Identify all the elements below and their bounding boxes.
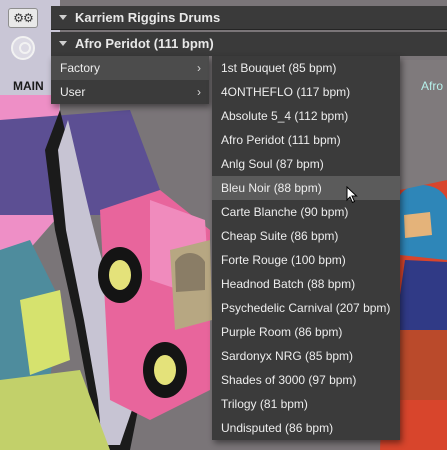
gear-icon: ⚙⚙ — [13, 11, 33, 25]
preset-menu-item[interactable]: Afro Peridot (111 bpm) — [212, 128, 400, 152]
preset-menu-item-label: Psychedelic Carnival (207 bpm) — [221, 301, 391, 315]
menu-item-user[interactable]: User › — [51, 80, 209, 104]
preset-menu-item-label: Undisputed (86 bpm) — [221, 421, 334, 435]
preset-menu-item-label: Bleu Noir (88 bpm) — [221, 181, 322, 195]
preset-menu-item[interactable]: Forte Rouge (100 bpm) — [212, 248, 400, 272]
preset-menu-item[interactable]: Purple Room (86 bpm) — [212, 320, 400, 344]
preset-menu-item-label: Purple Room (86 bpm) — [221, 325, 343, 339]
category-menu: Factory › User › — [51, 56, 209, 104]
preset-menu-item[interactable]: Trilogy (81 bpm) — [212, 392, 400, 416]
preset-submenu: 1st Bouquet (85 bpm) 4ONTHEFLO (117 bpm) A… — [212, 56, 400, 440]
menu-item-label: Factory — [60, 61, 101, 75]
preset-menu-item[interactable]: Undisputed (86 bpm) — [212, 416, 400, 440]
preset-menu-item[interactable]: Psychedelic Carnival (207 bpm) — [212, 296, 400, 320]
snapshot-title: Afro Peridot (111 bpm) — [75, 36, 214, 51]
preset-menu-item-label: Absolute 5_4 (112 bpm) — [221, 109, 349, 123]
chevron-right-icon: › — [197, 85, 201, 99]
preset-menu-item[interactable]: 4ONTHEFLO (117 bpm) — [212, 80, 400, 104]
preset-menu-item-label: Anlg Soul (87 bpm) — [221, 157, 324, 171]
menu-item-label: User — [60, 85, 86, 99]
mouse-cursor-icon — [346, 186, 358, 204]
preset-menu-item[interactable]: Shades of 3000 (97 bpm) — [212, 368, 400, 392]
preset-menu-item[interactable]: 1st Bouquet (85 bpm) — [212, 56, 400, 80]
chevron-right-icon: › — [197, 61, 201, 75]
triangle-down-icon — [59, 15, 67, 20]
preset-menu-item-label: Cheap Suite (86 bpm) — [221, 229, 339, 243]
instrument-title: Karriem Riggins Drums — [75, 10, 221, 25]
preset-menu-item-label: 4ONTHEFLO (117 bpm) — [221, 85, 351, 99]
preset-menu-item-label: 1st Bouquet (85 bpm) — [221, 61, 337, 75]
instrument-selector[interactable]: Karriem Riggins Drums — [51, 6, 447, 30]
preset-menu-item-label: Shades of 3000 (97 bpm) — [221, 373, 357, 387]
preset-menu-item-label: Headnod Batch (88 bpm) — [221, 277, 356, 291]
preset-menu-item[interactable]: Carte Blanche (90 bpm) — [212, 200, 400, 224]
preset-menu-item-label: Forte Rouge (100 bpm) — [221, 253, 346, 267]
preset-menu-item[interactable]: Cheap Suite (86 bpm) — [212, 224, 400, 248]
instrument-logo-icon[interactable] — [11, 36, 35, 60]
preset-menu-item-label: Trilogy (81 bpm) — [221, 397, 308, 411]
preset-menu-item[interactable]: Bleu Noir (88 bpm) — [212, 176, 400, 200]
preset-menu-item[interactable]: Headnod Batch (88 bpm) — [212, 272, 400, 296]
preset-menu-item-label: Carte Blanche (90 bpm) — [221, 205, 349, 219]
snapshot-selector[interactable]: Afro Peridot (111 bpm) — [51, 32, 447, 56]
preset-menu-item-label: Sardonyx NRG (85 bpm) — [221, 349, 354, 363]
menu-item-factory[interactable]: Factory › — [51, 56, 209, 80]
preset-menu-item[interactable]: Anlg Soul (87 bpm) — [212, 152, 400, 176]
triangle-down-icon — [59, 41, 67, 46]
side-label: Afro — [421, 79, 444, 93]
preset-menu-item-label: Afro Peridot (111 bpm) — [221, 133, 341, 147]
preset-menu-item[interactable]: Sardonyx NRG (85 bpm) — [212, 344, 400, 368]
preset-menu-item[interactable]: Absolute 5_4 (112 bpm) — [212, 104, 400, 128]
settings-gear-button[interactable]: ⚙⚙ — [8, 8, 38, 28]
main-tab-label[interactable]: MAIN — [13, 79, 44, 93]
